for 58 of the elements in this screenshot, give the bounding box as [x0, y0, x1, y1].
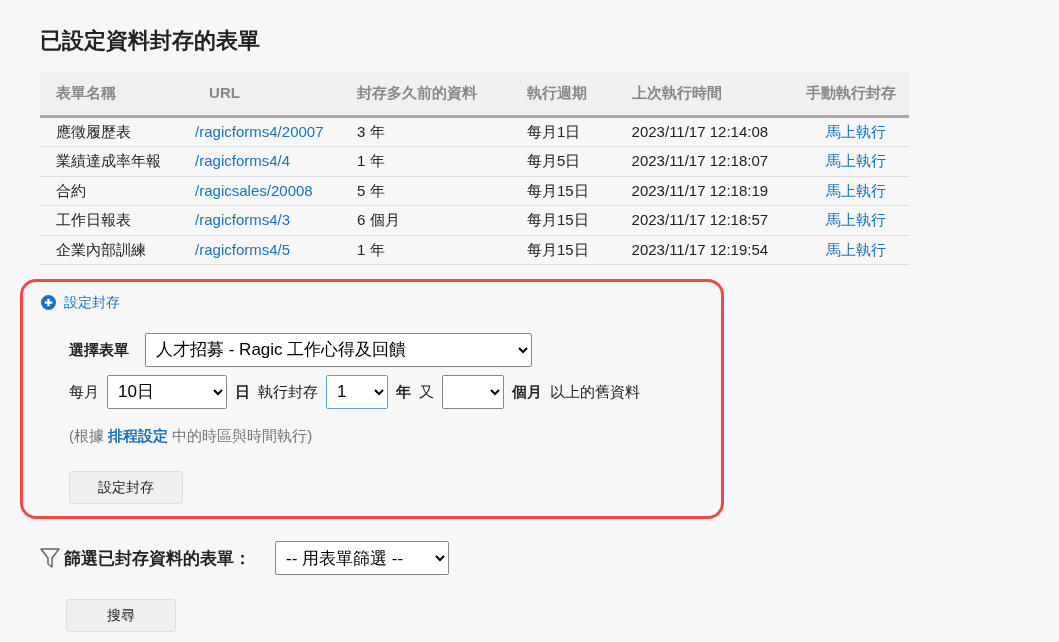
column-header: 表單名稱 — [40, 72, 194, 117]
plus-circle-icon — [41, 295, 56, 311]
filter-icon — [40, 547, 60, 570]
table-cell: 1 年 — [341, 235, 511, 265]
table-cell: 2023/11/17 12:18:19 — [615, 176, 804, 206]
table-cell: 2023/11/17 12:18:57 — [615, 205, 804, 236]
table-cell: 2023/11/17 12:14:08 — [615, 116, 804, 147]
table-cell: 2023/11/17 12:18:07 — [615, 146, 804, 177]
run-now-link[interactable]: 馬上執行 — [826, 240, 887, 258]
filter-label: 篩選已封存資料的表單： — [64, 547, 251, 570]
add-archive-link[interactable]: 設定封存 — [41, 292, 120, 314]
table-cell: 5 年 — [341, 176, 511, 206]
run-now-link[interactable]: 馬上執行 — [826, 122, 887, 140]
table-cell: 工作日報表 — [40, 205, 194, 236]
schedule-note: (根據 排程設定 中的時區與時間執行) — [69, 425, 314, 446]
url-link[interactable]: /ragicforms4/20007 — [195, 122, 324, 140]
url-link[interactable]: /ragicsales/20008 — [195, 181, 313, 199]
run-now-link[interactable]: 馬上執行 — [826, 152, 887, 170]
url-link[interactable]: /ragicforms4/3 — [195, 211, 291, 229]
table-cell: 每月1日 — [510, 116, 616, 147]
column-header: URL — [193, 72, 342, 117]
schedule-select[interactable]: 1 — [326, 374, 388, 409]
url-link[interactable]: /ragicforms4/4 — [195, 152, 291, 170]
table-cell: 應徵履歷表 — [40, 116, 194, 147]
filter-select[interactable]: -- 用表單篩選 -- — [275, 541, 449, 576]
search-button[interactable]: 搜尋 — [66, 599, 176, 633]
unit-label: 日 — [235, 381, 250, 402]
page-title: 已設定資料封存的表單 — [40, 28, 261, 55]
url-link[interactable]: /ragicforms4/5 — [195, 240, 291, 258]
schedule-text: 每月 — [69, 381, 99, 402]
table-cell: 每月15日 — [510, 235, 616, 265]
schedule-select[interactable]: 10日 — [107, 374, 227, 409]
run-now-link[interactable]: 馬上執行 — [826, 181, 887, 199]
table-cell: 業績達成率年報 — [40, 146, 194, 177]
unit-label: 個月 — [512, 381, 542, 402]
column-header: 手動執行封存 — [803, 72, 909, 117]
table-cell: 3 年 — [341, 116, 511, 147]
table-cell: 每月15日 — [510, 176, 616, 206]
column-header: 上次執行時間 — [615, 72, 804, 117]
table-cell: 6 個月 — [341, 205, 511, 236]
column-header: 封存多久前的資料 — [341, 72, 511, 117]
table-cell: 1 年 — [341, 146, 511, 177]
unit-label: 年 — [396, 381, 411, 402]
table-cell: 每月5日 — [510, 146, 616, 177]
schedule-text: 執行封存 — [258, 381, 318, 402]
table-cell: 每月15日 — [510, 205, 616, 236]
schedule-text: 又 — [419, 381, 434, 402]
table-cell: 2023/11/17 12:19:54 — [615, 235, 804, 265]
column-header: 執行週期 — [510, 72, 616, 117]
table-cell: 合約 — [40, 176, 194, 206]
table-cell: 企業內部訓練 — [40, 235, 194, 265]
schedule-select[interactable] — [442, 374, 504, 409]
schedule-settings-link[interactable]: 排程設定 — [108, 426, 169, 444]
form-select[interactable]: 人才招募 - Ragic 工作心得及回饋 — [145, 332, 532, 367]
run-now-link[interactable]: 馬上執行 — [826, 211, 887, 229]
set-archive-button[interactable]: 設定封存 — [69, 471, 183, 505]
form-label: 選擇表單 — [69, 339, 129, 360]
schedule-text: 以上的舊資料 — [550, 381, 640, 402]
